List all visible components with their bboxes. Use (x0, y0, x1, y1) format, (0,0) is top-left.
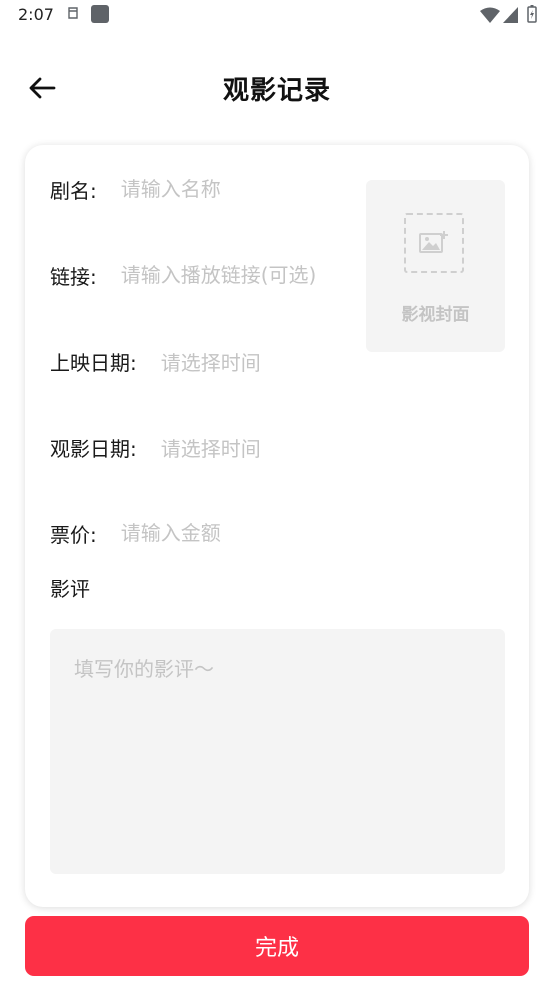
wifi-icon (480, 7, 500, 23)
name-label: 剧名: (50, 178, 97, 203)
watch-date-picker[interactable]: 请选择时间 (161, 433, 261, 462)
signal-icon (503, 7, 518, 23)
price-input[interactable] (120, 521, 421, 545)
page-title: 观影记录 (222, 76, 331, 106)
cover-upload-button[interactable]: 影视封面 (366, 180, 505, 352)
cover-label: 影视封面 (401, 305, 470, 325)
status-bar: 2:07 (0, 0, 554, 32)
header: 观影记录 (0, 56, 554, 120)
status-time: 2:07 (18, 5, 54, 24)
name-field-row: 剧名: (50, 173, 321, 205)
price-label: 票价: (50, 522, 97, 547)
app-icon (91, 5, 109, 23)
notification-icon (68, 7, 78, 19)
watch-date-label: 观影日期: (50, 436, 137, 461)
cover-dashed-frame (404, 213, 464, 273)
review-label: 影评 (50, 577, 90, 601)
record-form-card: 剧名: 链接: 影视封面 上映日期: 请选择时间 观影日期: 请选择时间 票价:… (25, 145, 529, 907)
name-input[interactable] (120, 177, 321, 201)
link-label: 链接: (50, 264, 97, 289)
link-input[interactable] (120, 263, 341, 287)
review-textarea[interactable] (50, 629, 505, 874)
battery-icon (527, 5, 537, 23)
add-image-icon (419, 231, 448, 253)
submit-button[interactable]: 完成 (25, 916, 529, 976)
link-field-row: 链接: (50, 259, 341, 291)
release-date-row: 上映日期: 请选择时间 (50, 345, 261, 377)
release-date-picker[interactable]: 请选择时间 (161, 347, 261, 376)
price-field-row: 票价: (50, 517, 421, 549)
release-date-label: 上映日期: (50, 350, 137, 375)
watch-date-row: 观影日期: 请选择时间 (50, 431, 261, 463)
